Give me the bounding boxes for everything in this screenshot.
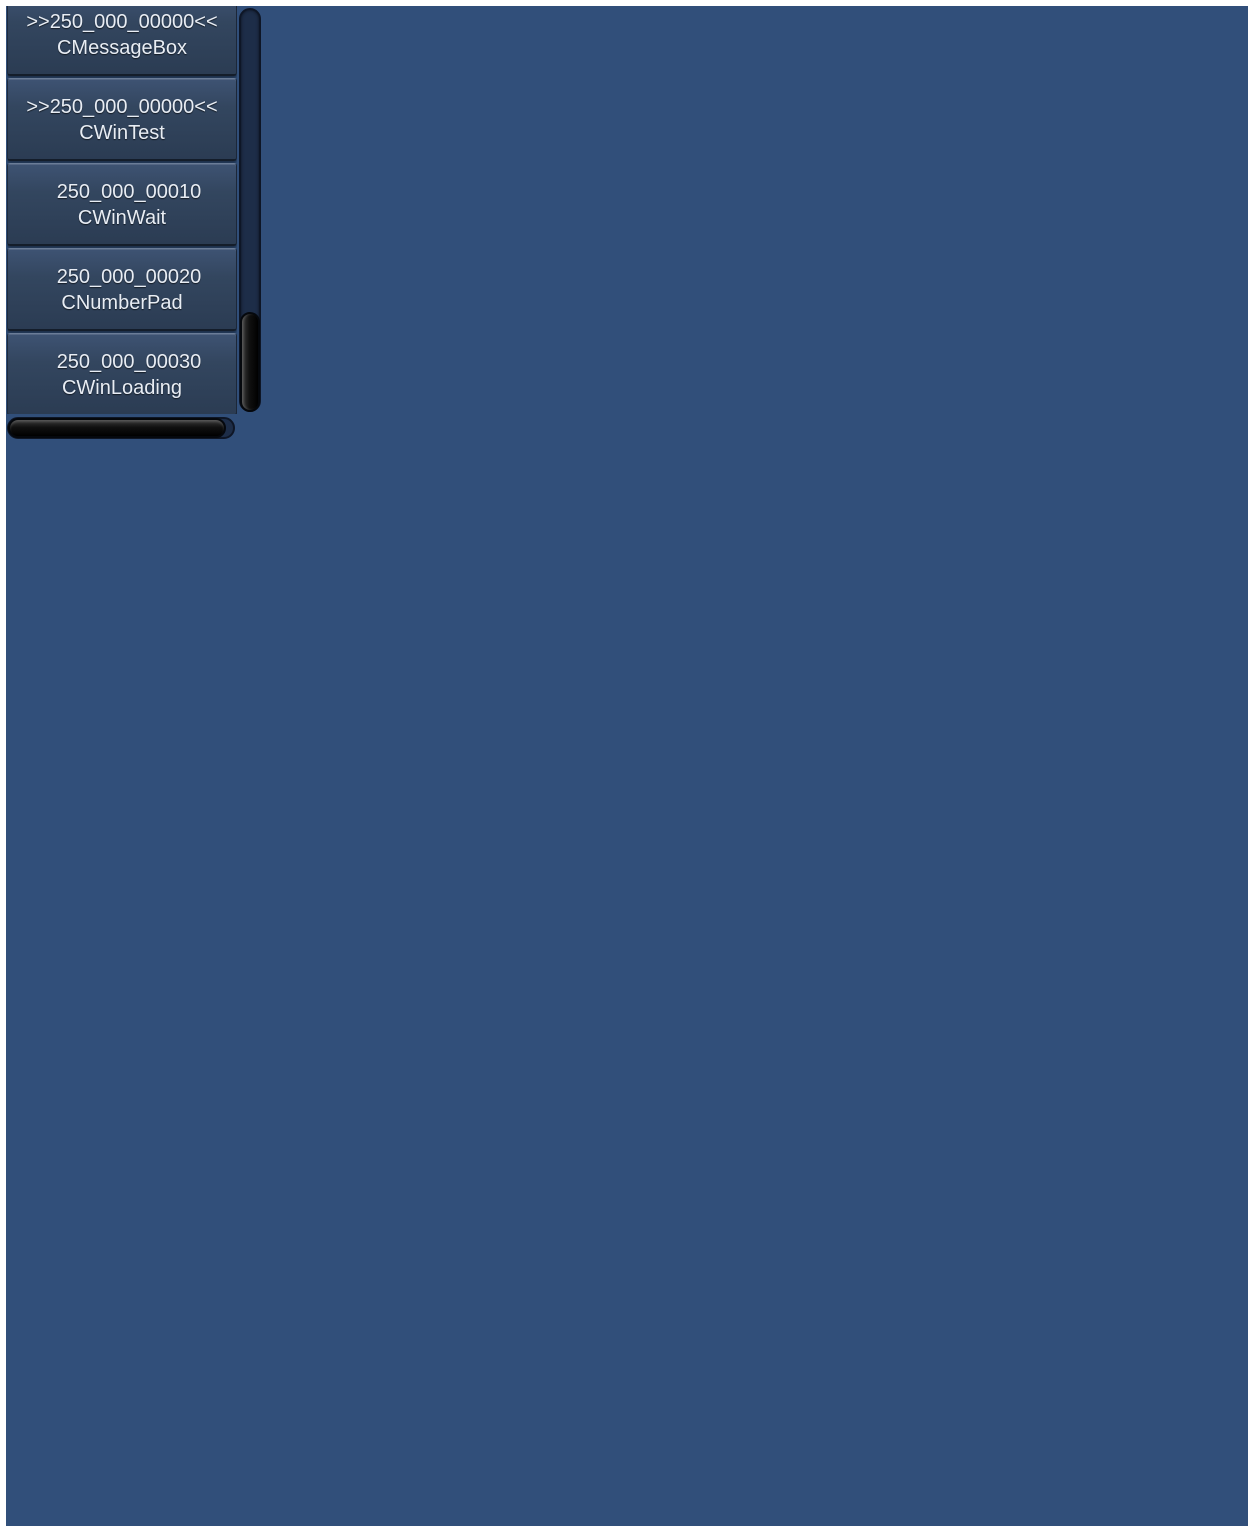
list-item-id: >>250_000_00000<< (26, 11, 218, 33)
list-item-id: >>250_000_00000<< (26, 96, 218, 118)
list-item-text: >>250_000_00000<< CMessageBox (8, 9, 236, 61)
list-item-cwinwait[interactable]: 250_000_00010 CWinWait (7, 163, 237, 246)
horizontal-scrollbar-thumb[interactable] (8, 418, 226, 438)
list-item-cnumberpad[interactable]: 250_000_00020 CNumberPad (7, 248, 237, 331)
vertical-scrollbar-thumb[interactable] (240, 312, 260, 412)
list-item-cwinloading[interactable]: 250_000_00030 CWinLoading (7, 333, 237, 414)
list-item-text: 250_000_00010 CWinWait (8, 179, 236, 231)
list-item-cwintest[interactable]: >>250_000_00000<< CWinTest (7, 78, 237, 161)
list-item-name: CWinTest (79, 122, 165, 144)
list-item-id: 250_000_00020 (56, 266, 202, 288)
list-item-name: CMessageBox (56, 37, 188, 59)
list-item-text: >>250_000_00000<< CWinTest (8, 94, 236, 146)
window-list[interactable]: >>250_000_00000<< CMessageBox >>250_000_… (7, 6, 237, 414)
list-item-id: 250_000_00030 (56, 351, 202, 373)
list-item-name: CNumberPad (61, 292, 183, 314)
list-item-name: CWinLoading (61, 377, 183, 399)
list-item-id: 250_000_00010 (56, 181, 202, 203)
main-canvas: >>250_000_00000<< CMessageBox >>250_000_… (6, 6, 1248, 1526)
list-item-cmessagebox[interactable]: >>250_000_00000<< CMessageBox (7, 6, 237, 76)
list-item-text: 250_000_00030 CWinLoading (8, 349, 236, 401)
list-item-name: CWinWait (77, 207, 167, 229)
list-item-text: 250_000_00020 CNumberPad (8, 264, 236, 316)
